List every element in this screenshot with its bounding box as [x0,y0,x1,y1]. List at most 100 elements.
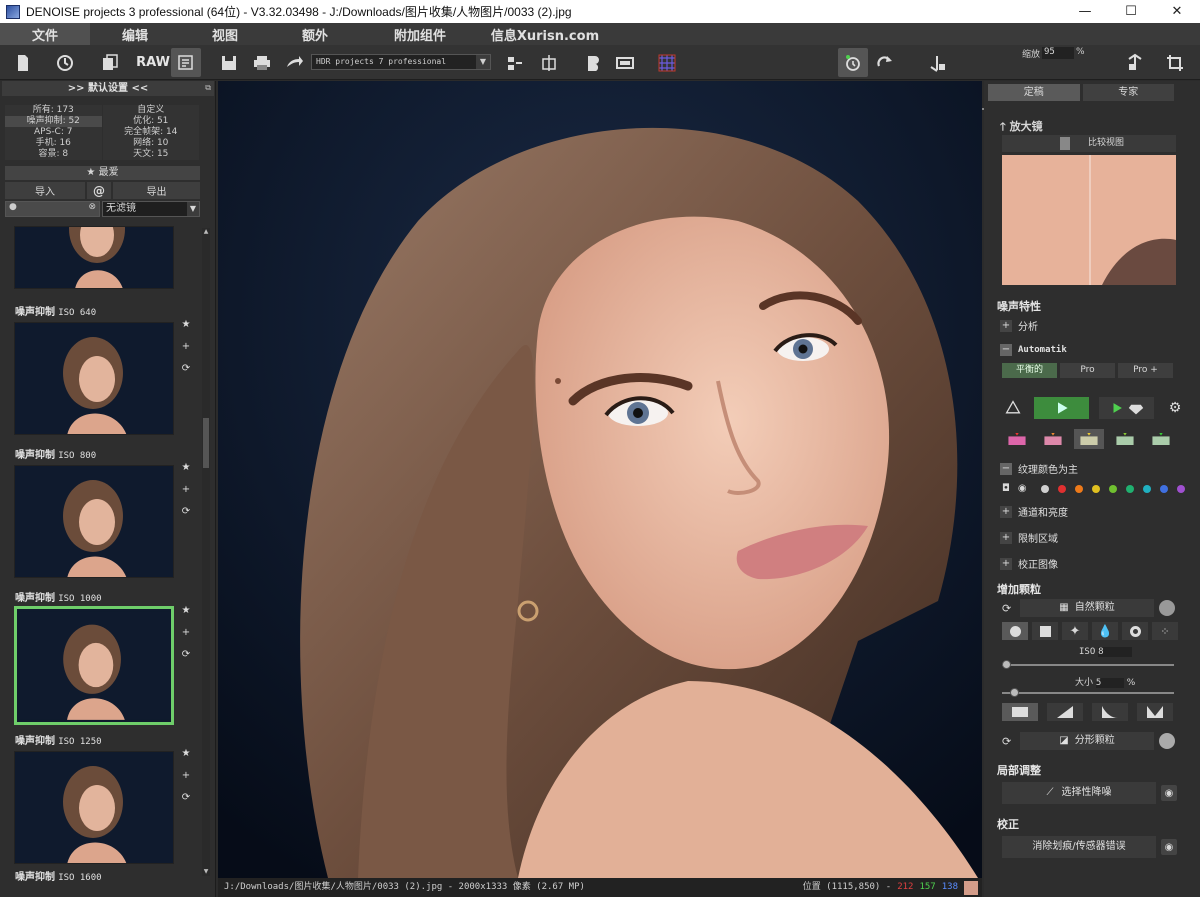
refresh-icon[interactable]: ⟳ [179,644,193,666]
eye-icon[interactable]: ◉ [1018,483,1027,494]
channels-brightness-section[interactable]: + 通道和亮度 [1000,504,1068,519]
magnifier-preview[interactable] [1002,155,1176,285]
preset-dropdown[interactable]: HDR projects 7 professional ▼ [311,54,491,70]
mode-pro-plus-button[interactable]: Pro + [1118,363,1173,378]
category-all[interactable]: 所有: 173 [5,105,102,116]
curve-falloff-icon[interactable] [1092,703,1128,721]
curve-ramp-icon[interactable] [1047,703,1083,721]
grain-circle-icon[interactable] [1002,622,1028,640]
grain-iso-slider[interactable] [1002,659,1174,671]
style-preset-4-icon[interactable] [1110,429,1140,449]
add-icon[interactable]: + [179,479,193,501]
style-preset-2-icon[interactable] [1038,429,1068,449]
reset-fractal-icon[interactable]: ⟳ [1002,735,1011,748]
preset-search-input[interactable]: ● ⊗ [5,201,100,217]
category-web[interactable]: 网络: 10 [102,138,199,149]
category-astro[interactable]: 天文: 15 [102,149,199,160]
fractal-preview-icon[interactable] [1159,733,1175,749]
color-dot-7[interactable] [1142,484,1151,493]
category-scenery[interactable]: 容景: 8 [5,149,102,160]
refresh-icon[interactable]: ⟳ [179,358,193,380]
color-dot-9[interactable] [1176,484,1185,493]
preset-category-header[interactable]: >> 默认设置 << [2,81,214,96]
preset-thumbnail[interactable] [14,226,174,289]
clear-search-icon[interactable]: ⊗ [88,202,96,212]
menu-info[interactable]: 信息Xurisn.com [480,23,610,45]
panel-pin-icon[interactable]: ⧉ [205,83,211,93]
color-dot-1[interactable] [1040,484,1049,493]
history-icon[interactable] [50,48,80,77]
menu-edit[interactable]: 编辑 [90,23,180,45]
color-dot-3[interactable] [1074,484,1083,493]
grain-drop-icon[interactable]: 💧 [1092,622,1118,640]
category-noise-reduction[interactable]: 噪声抑制: 52 [5,116,102,127]
remove-scratches-button[interactable]: 消除划痕/传感器错误 [1002,836,1156,858]
preset-list-scrollbar[interactable]: ▲ ▼ [202,228,210,876]
favorite-star-icon[interactable]: ★ [179,457,193,479]
import-button[interactable]: 导入 [5,182,85,199]
grain-square-icon[interactable] [1032,622,1058,640]
texture-color-section[interactable]: − 纹理颜色为主 [1000,461,1078,476]
tab-expert[interactable]: 专家 [1082,84,1174,101]
print-icon[interactable] [247,48,277,77]
add-icon[interactable]: + [179,622,193,644]
refresh-icon[interactable]: ⟳ [179,501,193,523]
limit-area-section[interactable]: + 限制区域 [1000,530,1058,545]
menu-view[interactable]: 视图 [180,23,270,45]
preset-thumbnail-iso-640[interactable] [14,322,174,435]
grid-icon[interactable] [652,48,682,77]
grain-preview-icon[interactable] [1159,600,1175,616]
mode-balanced-button[interactable]: 平衡的 [1002,363,1057,378]
preset-thumbnail-iso-1000[interactable] [14,606,174,725]
zoom-out-icon[interactable] [922,48,952,77]
preset-thumbnail-iso-800[interactable] [14,465,174,578]
category-full-frame[interactable]: 完全帧架: 14 [102,127,199,138]
run-process-button[interactable] [1034,397,1089,419]
crop-icon[interactable] [1160,48,1190,77]
category-aps-c[interactable]: APS-C: 7 [5,127,102,138]
export-icon[interactable] [279,48,309,77]
automatik-section[interactable]: − Automatik [1000,344,1067,356]
color-dot-8[interactable] [1159,484,1168,493]
preset-settings-icon[interactable] [171,48,201,77]
grain-ring-icon[interactable] [1122,622,1148,640]
camera-icon[interactable]: ◘ [1002,483,1010,494]
slider-knob[interactable] [1002,660,1011,669]
compare-icon[interactable] [534,48,564,77]
before-after-icon[interactable] [578,48,608,77]
style-preset-1-icon[interactable] [1002,429,1032,449]
add-icon[interactable]: + [179,765,193,787]
style-preset-3-icon[interactable] [1074,429,1104,449]
refresh-icon[interactable]: ⟳ [179,787,193,809]
color-dot-2[interactable] [1057,484,1066,493]
favorites-button[interactable]: ★ 最爱 [5,166,200,180]
scroll-up-icon[interactable]: ▲ [202,228,210,236]
mode-pro-button[interactable]: Pro [1060,363,1115,378]
filter-dropdown[interactable]: 无滤镜 ▼ [102,201,200,217]
curve-flat-icon[interactable] [1002,703,1038,721]
menu-file[interactable]: 文件 [0,23,90,45]
preset-thumbnail-iso-1250[interactable] [14,751,174,864]
analysis-section[interactable]: + 分析 [1000,318,1038,333]
raw-button[interactable]: RAW [136,48,170,77]
auto-enhance-icon[interactable] [838,48,868,77]
new-file-icon[interactable] [8,48,38,77]
split-view-icon[interactable] [610,48,640,77]
reset-grain-icon[interactable]: ⟳ [1002,602,1011,615]
save-icon[interactable] [214,48,244,77]
image-canvas[interactable] [218,81,982,878]
eye-icon[interactable]: ◉ [1161,839,1177,855]
grain-iso-value[interactable]: 8 [1098,647,1133,657]
menu-extra[interactable]: 额外 [270,23,360,45]
category-phone[interactable]: 手机: 16 [5,138,102,149]
eye-icon[interactable]: ◉ [1161,785,1177,801]
color-dot-6[interactable] [1125,484,1134,493]
warning-icon[interactable] [1002,397,1024,419]
settings-gear-icon[interactable]: ⚙ [1164,397,1186,419]
add-icon[interactable]: + [179,336,193,358]
favorite-star-icon[interactable]: ★ [179,600,193,622]
style-preset-5-icon[interactable] [1146,429,1176,449]
favorite-star-icon[interactable]: ★ [179,743,193,765]
color-dot-5[interactable] [1108,484,1117,493]
minimize-button[interactable]: — [1062,0,1108,23]
